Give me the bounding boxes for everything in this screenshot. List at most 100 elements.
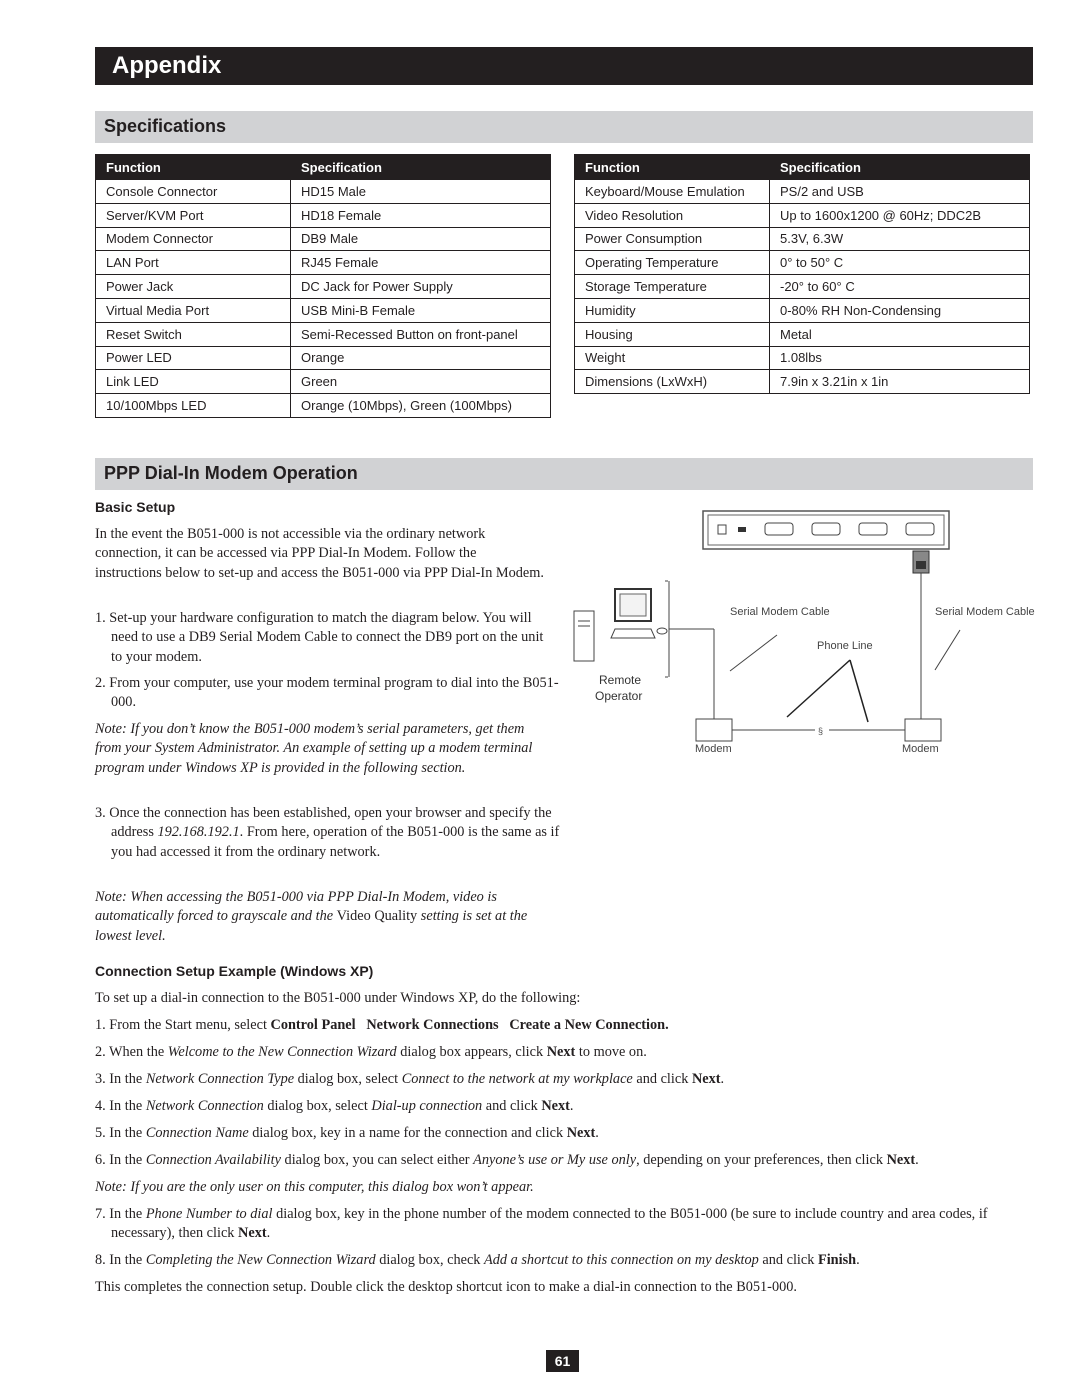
column-header-specification: Specification <box>290 154 551 180</box>
text: 3. In the <box>95 1071 146 1087</box>
button-ref-next: Next <box>566 1125 596 1141</box>
text: and click <box>482 1098 542 1114</box>
menu-path-network-connections: Network Connections <box>366 1017 499 1033</box>
cell-specification: Up to 1600x1200 @ 60Hz; DDC2B <box>769 202 1030 228</box>
cell-function: LAN Port <box>95 250 291 276</box>
cell-specification: Orange <box>290 345 551 371</box>
table-row: Operating Temperature 0° to 50° C <box>574 250 1030 276</box>
text: dialog box, check <box>375 1252 485 1268</box>
basic-setup-intro: In the event the B051-000 is not accessi… <box>95 526 544 581</box>
text: to move on. <box>575 1044 647 1060</box>
table-row: Storage Temperature -20° to 60° C <box>574 274 1030 299</box>
dialog-name: Connection Name <box>145 1125 249 1141</box>
text: 4. In the <box>95 1098 146 1114</box>
column-header-function: Function <box>95 154 291 180</box>
dialog-name: Completing the New Connection Wizard <box>145 1252 376 1268</box>
table-row: Humidity 0-80% RH Non-Condensing <box>574 297 1030 323</box>
cell-function: Housing <box>574 321 770 347</box>
label-operator: Operator <box>595 689 642 703</box>
table-row: Video Resolution Up to 1600x1200 @ 60Hz; … <box>574 202 1030 228</box>
table-row: 10/100Mbps LED Orange (10Mbps), Green (10… <box>95 393 551 418</box>
spec-table-left: Function Specification Console Connector… <box>95 154 551 418</box>
table-row: Modem Connector DB9 Male <box>95 226 551 252</box>
cell-function: Modem Connector <box>95 226 291 252</box>
conn-step-1: 1. From the Start menu, select Control P… <box>95 1016 1051 1035</box>
left-modem-icon <box>695 718 733 742</box>
option-name: Dial-up connection <box>371 1098 483 1114</box>
cell-specification: 1.08lbs <box>769 345 1030 371</box>
text: dialog box, key in a name for the connec… <box>248 1125 567 1141</box>
cell-function: Reset Switch <box>95 321 291 347</box>
conn-step-8: 8. In the Completing the New Connection … <box>95 1251 1051 1270</box>
text: 7. In the <box>95 1206 146 1222</box>
text: . <box>915 1152 919 1168</box>
button-ref-finish: Finish <box>817 1252 857 1268</box>
table-row: Virtual Media Port USB Mini-B Female <box>95 297 551 323</box>
basic-step-1: 1. Set-up your hardware configuration to… <box>95 610 544 665</box>
svg-text:§: § <box>818 726 823 736</box>
cell-specification: Semi-Recessed Button on front-panel <box>290 321 551 347</box>
conn-step-5: 5. In the Connection Name dialog box, ke… <box>95 1124 1051 1143</box>
table-row: Server/KVM Port HD18 Female <box>95 202 551 228</box>
text: and click <box>758 1252 818 1268</box>
cell-specification: 0-80% RH Non-Condensing <box>769 297 1030 323</box>
option-name: Anyone’s use or My use only <box>473 1152 637 1168</box>
diagram-svg: § Serial Modem Cable Serial Modem Cable … <box>573 510 1035 755</box>
spec-table-right: Function Specification Keyboard/Mouse Em… <box>574 154 1030 395</box>
cell-specification: 7.9in x 3.21in x 1in <box>769 369 1030 395</box>
table-row: Power Jack DC Jack for Power Supply <box>95 274 551 299</box>
text: . <box>856 1252 860 1268</box>
step3-ip-address: 192.168.192.1 <box>157 824 240 841</box>
text: . <box>266 1225 271 1242</box>
basic-step-3: 3. Once the connection has been establis… <box>95 804 561 862</box>
cell-function: Console Connector <box>95 179 291 204</box>
text: dialog box, select <box>263 1098 372 1114</box>
specifications-title: Specifications <box>104 116 227 136</box>
text: 2. When the <box>95 1044 168 1060</box>
label-serial-cable-left: Serial Modem Cable <box>730 606 830 618</box>
menu-path-control-panel: Control Panel <box>270 1017 356 1033</box>
label-phone-line: Phone Line <box>817 640 873 652</box>
table-row: Reset Switch Semi-Recessed Button on fron… <box>95 321 551 347</box>
text: . <box>595 1125 599 1141</box>
cell-function: Weight <box>574 345 770 371</box>
table-header-row: Function Specification <box>574 154 1030 180</box>
cell-function: Operating Temperature <box>574 250 770 276</box>
page-number: 61 <box>546 1350 579 1372</box>
cell-function: Keyboard/Mouse Emulation <box>574 179 770 204</box>
ppp-connection-diagram: § Serial Modem Cable Serial Modem Cable … <box>565 505 1040 770</box>
table-row: Weight 1.08lbs <box>574 345 1030 371</box>
dialog-name: Phone Number to dial <box>145 1206 273 1222</box>
cell-function: Link LED <box>95 369 291 395</box>
cell-specification: PS/2 and USB <box>769 179 1030 204</box>
cell-specification: Green <box>290 369 551 395</box>
label-modem-right: Modem <box>902 743 939 755</box>
remote-computer-icon <box>573 588 668 662</box>
basic-setup-heading: Basic Setup <box>95 499 176 515</box>
text: , depending on your preferences, then cl… <box>636 1152 887 1168</box>
option-name: Add a shortcut to this connection on my … <box>484 1252 759 1268</box>
basic-step-2: 2. From your computer, use your modem te… <box>95 675 559 711</box>
cell-specification: Orange (10Mbps), Green (100Mbps) <box>290 393 551 418</box>
button-ref-next: Next <box>886 1152 916 1168</box>
cell-function: Power LED <box>95 345 291 371</box>
connection-setup-intro: To set up a dial-in connection to the B0… <box>95 990 581 1006</box>
right-modem-icon <box>904 718 942 742</box>
button-ref-next: Next <box>238 1225 267 1242</box>
cell-specification: HD15 Male <box>290 179 551 204</box>
table-row: Link LED Green <box>95 369 551 395</box>
conn-outro: This completes the connection setup. Dou… <box>95 1279 797 1295</box>
ppp-section-bar: PPP Dial-In Modem Operation <box>95 458 1033 490</box>
table-row: Power LED Orange <box>95 345 551 371</box>
table-row: LAN Port RJ45 Female <box>95 250 551 276</box>
note2-video-quality: Video Quality <box>336 908 418 925</box>
option-name: Connect to the network at my workplace <box>401 1071 633 1087</box>
table-row: Dimensions (LxWxH) 7.9in x 3.21in x 1in <box>574 369 1030 395</box>
specifications-section-bar: Specifications <box>95 111 1033 143</box>
cell-function: Storage Temperature <box>574 274 770 299</box>
dialog-name: Network Connection <box>145 1098 264 1114</box>
text: dialog box, select <box>294 1071 402 1087</box>
dialog-name: Connection Availability <box>145 1152 281 1168</box>
button-ref-next: Next <box>691 1071 721 1087</box>
text: and click <box>632 1071 692 1087</box>
